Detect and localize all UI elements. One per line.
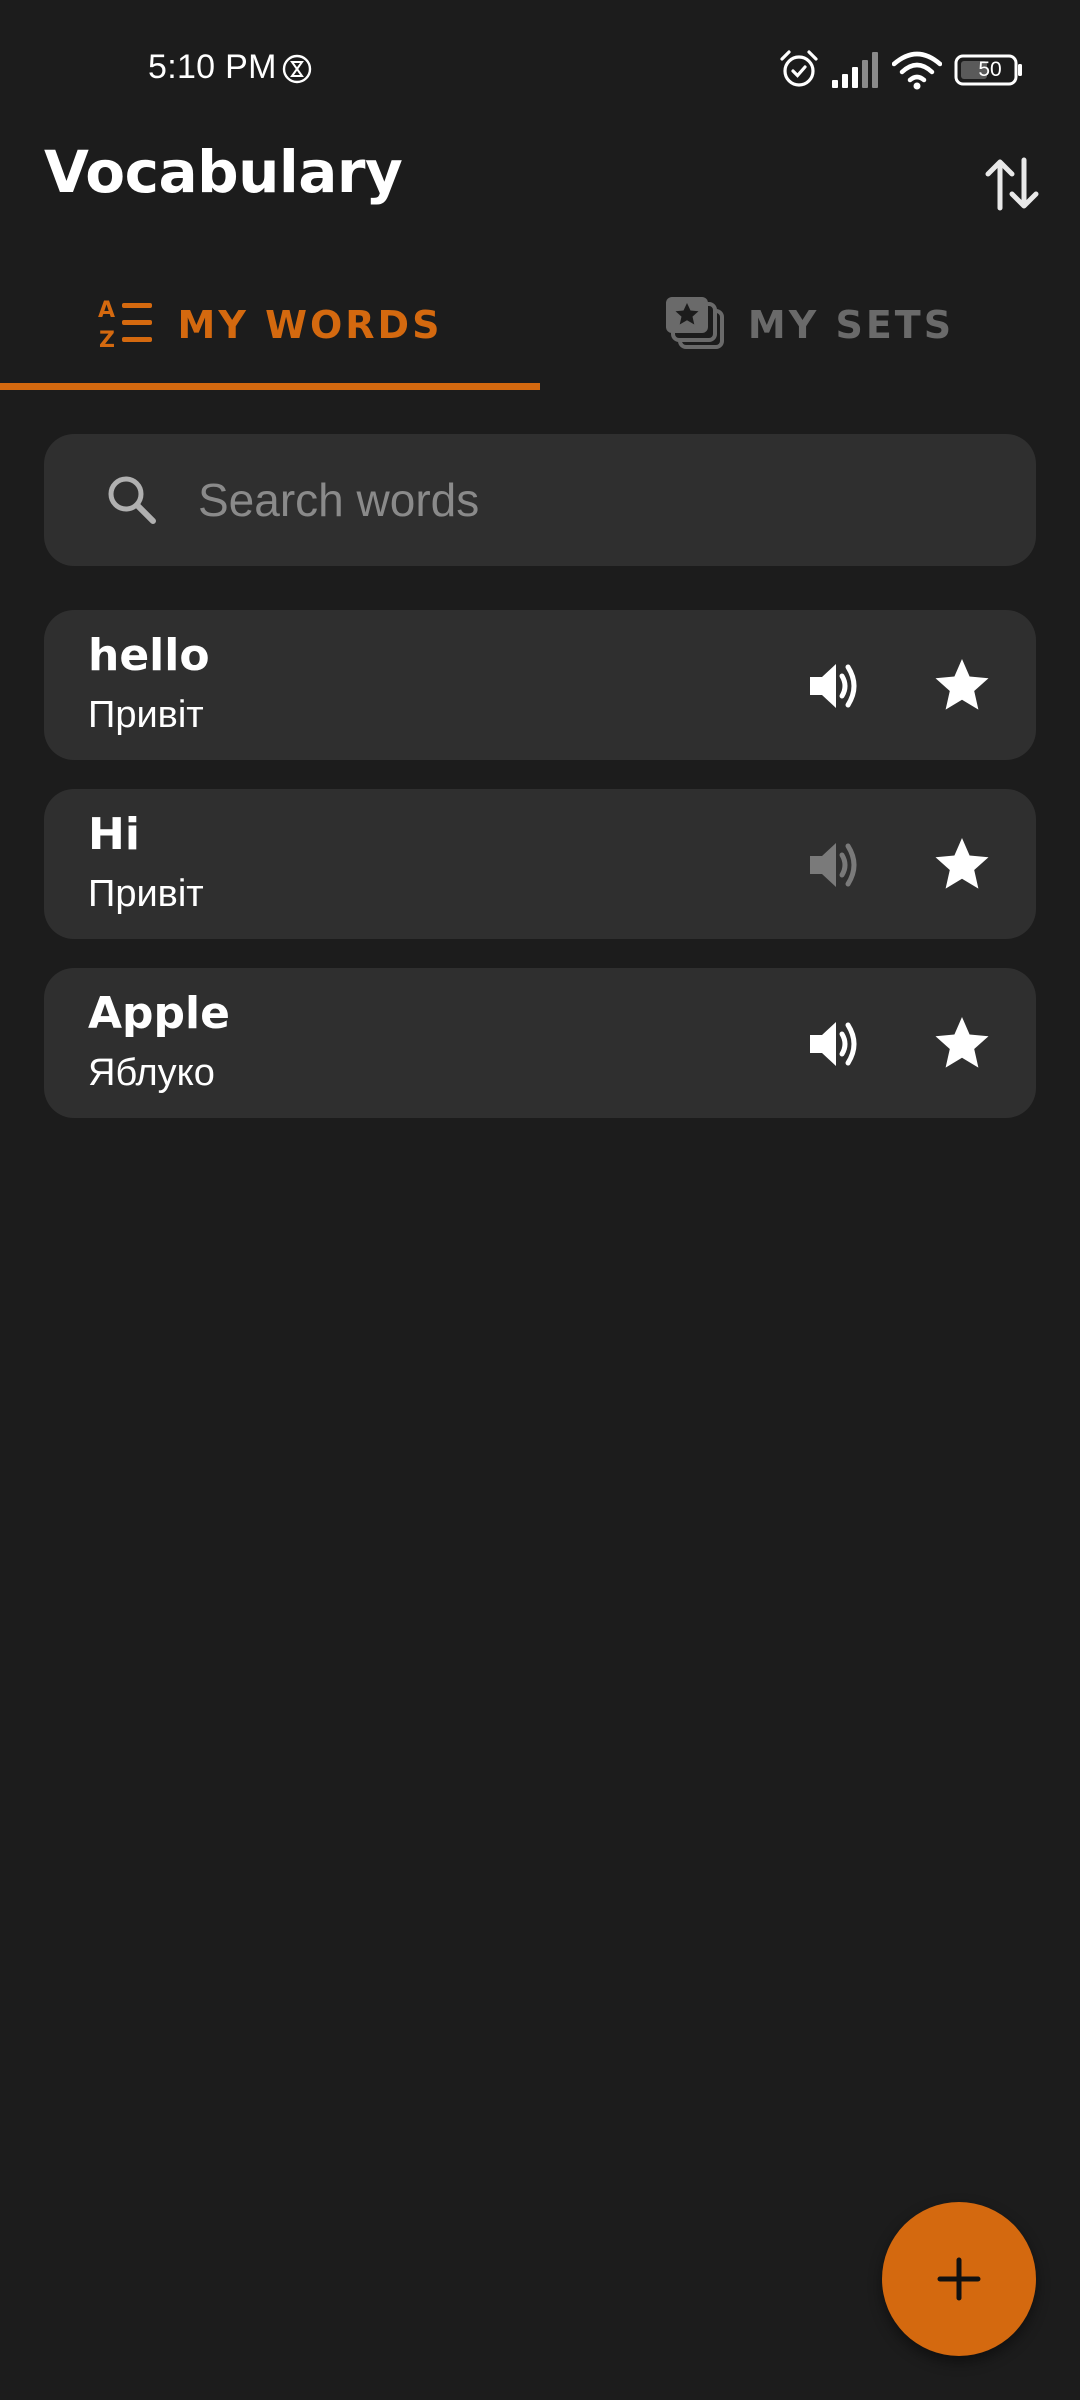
tab-my-words-label: MY WORDS	[177, 303, 443, 347]
word-term: Apple	[88, 988, 230, 1039]
status-bar: 5:10 PM 50	[0, 0, 1080, 140]
tab-my-words[interactable]: A Z MY WORDS	[0, 260, 540, 390]
page-title: Vocabulary	[44, 138, 403, 206]
plus-icon	[937, 2257, 981, 2301]
battery-icon: 50	[954, 54, 1024, 91]
speak-button[interactable]	[796, 1006, 872, 1082]
sort-button[interactable]	[976, 148, 1048, 220]
speak-button[interactable]	[796, 827, 872, 903]
az-list-icon: A Z	[98, 295, 154, 356]
active-tab-indicator	[0, 383, 540, 390]
speaker-icon	[810, 843, 857, 887]
svg-text:Z: Z	[99, 328, 115, 351]
star-icon	[935, 1017, 989, 1068]
card-stack-star-icon	[665, 296, 724, 354]
add-word-button[interactable]	[882, 2202, 1036, 2356]
star-icon	[935, 659, 989, 710]
speak-button[interactable]	[796, 648, 872, 724]
vocabulary-screen: 5:10 PM 50 Vocabulary A Z MY WORDS MY SE…	[0, 0, 1080, 2400]
search-box[interactable]	[44, 434, 1036, 566]
favorite-button[interactable]	[924, 1006, 1000, 1082]
favorite-button[interactable]	[924, 827, 1000, 903]
sort-arrows-icon	[985, 157, 1039, 211]
word-card[interactable]: Apple Яблуко	[44, 968, 1036, 1118]
speaker-icon	[810, 664, 857, 708]
word-term: hello	[88, 630, 210, 681]
wifi-icon	[891, 50, 943, 95]
signal-icon	[832, 52, 880, 93]
word-card[interactable]: hello Привіт	[44, 610, 1036, 760]
svg-text:A: A	[98, 298, 115, 323]
word-translation: Привіт	[88, 694, 204, 736]
status-time: 5:10 PM	[148, 48, 277, 86]
star-icon	[935, 838, 989, 889]
search-icon	[104, 472, 160, 533]
word-term: Hi	[88, 809, 140, 860]
search-input[interactable]	[198, 434, 998, 566]
battery-level-text: 50	[978, 58, 1002, 81]
word-translation: Яблуко	[88, 1052, 215, 1094]
hourglass-icon	[282, 54, 312, 89]
word-translation: Привіт	[88, 873, 204, 915]
alarm-icon	[778, 48, 820, 95]
tab-my-sets-label: MY SETS	[747, 303, 955, 347]
tab-bar: A Z MY WORDS MY SETS	[0, 260, 1080, 390]
favorite-button[interactable]	[924, 648, 1000, 724]
tab-my-sets[interactable]: MY SETS	[540, 260, 1080, 390]
speaker-icon	[810, 1022, 857, 1066]
word-card[interactable]: Hi Привіт	[44, 789, 1036, 939]
